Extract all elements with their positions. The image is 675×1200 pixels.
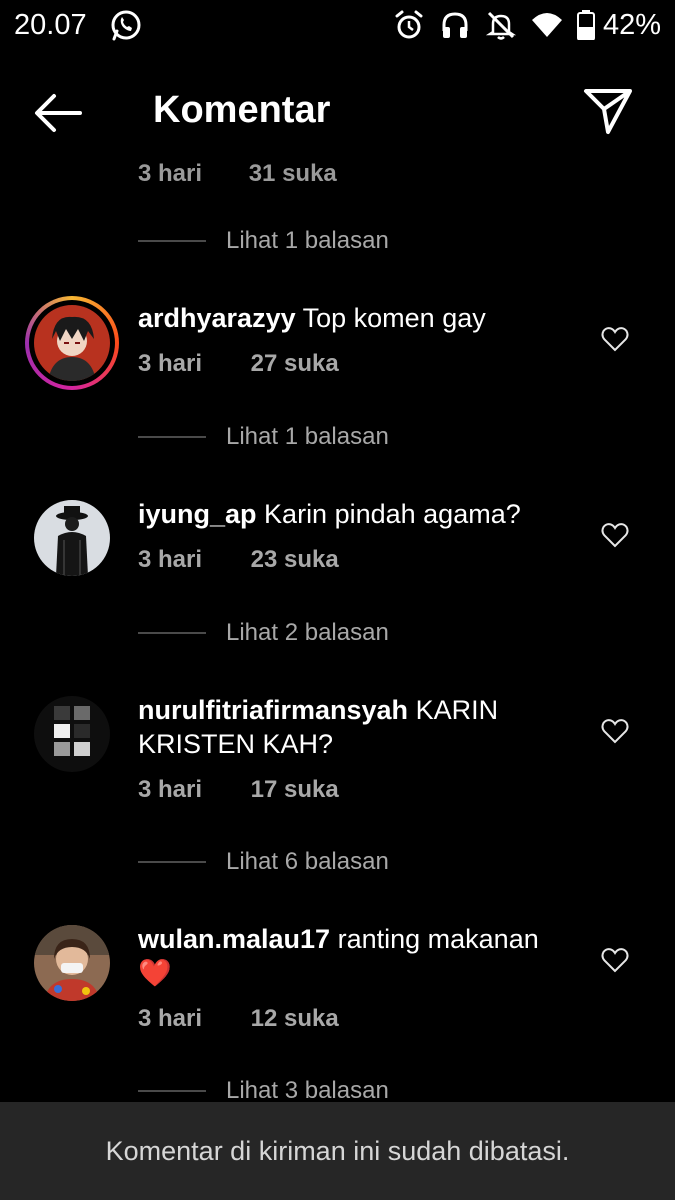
- comment-text: iyung_ap Karin pindah agama?: [138, 497, 578, 531]
- comment-meta: 3 hari 23 suka: [138, 546, 339, 574]
- comment-meta: 3 hari 12 suka: [138, 1005, 339, 1033]
- avatar[interactable]: [34, 925, 110, 1001]
- page-title: Komentar: [153, 89, 331, 131]
- comment-text: wulan.malau17 ranting makanan ❤️: [138, 922, 578, 990]
- comment-meta: 3 hari 27 suka: [138, 350, 339, 378]
- replies-divider: [138, 240, 206, 242]
- comment-username[interactable]: iyung_ap: [138, 499, 257, 529]
- avatar-story-ring[interactable]: [25, 296, 119, 390]
- replies-divider: [138, 1090, 206, 1092]
- view-replies-button[interactable]: Lihat 3 balasan: [138, 1076, 389, 1102]
- comment-time: 3 hari: [138, 160, 203, 187]
- view-replies-label: Lihat 1 balasan: [226, 227, 389, 254]
- comment-list[interactable]: 3 hari 31 suka Lihat 1 balasan ardhyaraz…: [0, 140, 675, 1102]
- comment-time: 3 hari: [138, 776, 203, 803]
- battery-icon: [576, 10, 595, 40]
- comment-username[interactable]: nurulfitriafirmansyah: [138, 695, 408, 725]
- heart-icon[interactable]: [601, 947, 629, 973]
- comment-username[interactable]: wulan.malau17: [138, 924, 330, 954]
- partial-comment-meta: 3 hari 31 suka: [138, 160, 377, 188]
- battery-percent: 42%: [602, 8, 661, 41]
- status-time: 20.07: [14, 9, 87, 41]
- heart-icon[interactable]: [601, 522, 629, 548]
- replies-divider: [138, 632, 206, 634]
- comment-likes[interactable]: 23 suka: [251, 546, 339, 573]
- comment-time: 3 hari: [138, 350, 203, 377]
- send-icon[interactable]: [580, 82, 636, 138]
- heart-icon[interactable]: [601, 718, 629, 744]
- comment-text: nurulfitriafirmansyah KARIN KRISTEN KAH?: [138, 693, 578, 761]
- view-replies-label: Lihat 2 balasan: [226, 619, 389, 646]
- view-replies-label: Lihat 3 balasan: [226, 1077, 389, 1102]
- view-replies-button[interactable]: Lihat 6 balasan: [138, 847, 389, 877]
- comment-time: 3 hari: [138, 1005, 203, 1032]
- view-replies-button[interactable]: Lihat 2 balasan: [138, 618, 389, 648]
- comment-likes[interactable]: 17 suka: [251, 776, 339, 803]
- avatar[interactable]: [34, 696, 110, 772]
- view-replies-button[interactable]: Lihat 1 balasan: [138, 226, 389, 256]
- view-replies-label: Lihat 1 balasan: [226, 423, 389, 450]
- comment-meta: 3 hari 17 suka: [138, 776, 339, 804]
- replies-divider: [138, 436, 206, 438]
- heart-icon[interactable]: [601, 326, 629, 352]
- comment-likes[interactable]: 27 suka: [251, 350, 339, 377]
- comment-text: ardhyarazyy Top komen gay: [138, 301, 578, 335]
- banner-text: Komentar di kiriman ini sudah dibatasi.: [105, 1135, 570, 1166]
- replies-divider: [138, 861, 206, 863]
- comment-body: Top komen gay: [302, 303, 486, 333]
- comment-likes[interactable]: 12 suka: [251, 1005, 339, 1032]
- status-bar: 20.07 42%: [0, 0, 675, 52]
- view-replies-label: Lihat 6 balasan: [226, 848, 389, 875]
- comments-restricted-banner: Komentar di kiriman ini sudah dibatasi.: [0, 1102, 675, 1200]
- status-icons: 42%: [379, 8, 661, 42]
- avatar: [34, 305, 110, 381]
- comment-body: Karin pindah agama?: [264, 499, 521, 529]
- arrow-left-icon[interactable]: [30, 84, 88, 142]
- notifications-off-icon: [485, 11, 517, 40]
- comment-likes[interactable]: 31 suka: [249, 160, 337, 187]
- whatsapp-icon: [111, 10, 141, 41]
- alarm-icon: [395, 10, 423, 39]
- view-replies-button[interactable]: Lihat 1 balasan: [138, 422, 389, 452]
- avatar[interactable]: [34, 500, 110, 576]
- wifi-icon: [531, 13, 562, 37]
- headset-icon: [442, 12, 468, 38]
- comment-time: 3 hari: [138, 546, 203, 573]
- comment-username[interactable]: ardhyarazyy: [138, 303, 296, 333]
